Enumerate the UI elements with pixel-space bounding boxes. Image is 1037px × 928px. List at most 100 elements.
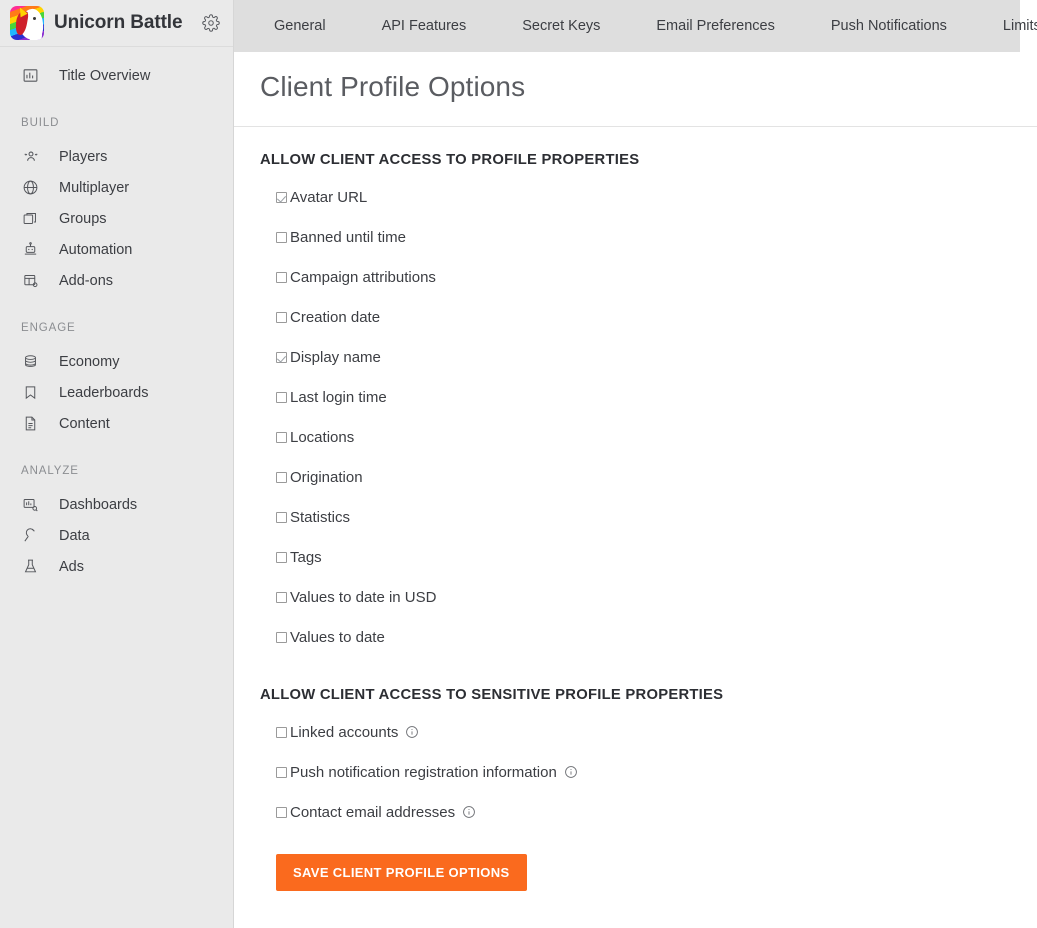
info-icon[interactable] <box>564 765 578 779</box>
option-label[interactable]: Locations <box>290 429 354 446</box>
page-title: Client Profile Options <box>260 71 526 102</box>
option-row-statistics[interactable]: Statistics <box>260 497 1011 537</box>
checkbox-statistics[interactable] <box>276 511 287 523</box>
option-row-display-name[interactable]: Display name <box>260 337 1011 377</box>
flask-icon <box>21 557 40 576</box>
sidebar-item-label: Title Overview <box>59 67 151 84</box>
option-label[interactable]: Statistics <box>290 509 350 526</box>
option-row-banned-until-time[interactable]: Banned until time <box>260 217 1011 257</box>
option-row-tags[interactable]: Tags <box>260 537 1011 577</box>
checkbox-display-name[interactable] <box>276 351 287 363</box>
checkbox-last-login-time[interactable] <box>276 391 287 403</box>
checkbox-values-to-date[interactable] <box>276 631 287 643</box>
sidebar-item-ads[interactable]: Ads <box>0 551 233 582</box>
brand-title: Unicorn Battle <box>54 12 183 33</box>
sidebar-item-data[interactable]: Data <box>0 520 233 551</box>
sidebar-section-engage: ENGAGE <box>21 322 76 334</box>
option-label[interactable]: Last login time <box>290 389 387 406</box>
option-label[interactable]: Linked accounts <box>290 724 398 741</box>
option-label[interactable]: Values to date <box>290 629 385 646</box>
dashboard-search-icon <box>21 495 40 514</box>
bar-chart-icon <box>21 66 40 85</box>
sidebar-item-label: Content <box>59 415 110 432</box>
tab-secret-keys[interactable]: Secret Keys <box>508 0 614 52</box>
checkbox-push-notification-registration-information[interactable] <box>276 766 287 778</box>
sidebar-item-players[interactable]: Players <box>0 141 233 172</box>
sidebar-item-label: Add-ons <box>59 272 114 289</box>
info-icon[interactable] <box>405 725 419 739</box>
tab-limits[interactable]: Limits <box>989 0 1037 52</box>
sidebar-item-label: Groups <box>59 210 107 227</box>
option-row-locations[interactable]: Locations <box>260 417 1011 457</box>
option-label[interactable]: Contact email addresses <box>290 804 455 821</box>
checkbox-tags[interactable] <box>276 551 287 563</box>
sidebar-section-analyze: ANALYZE <box>21 465 79 477</box>
option-label[interactable]: Creation date <box>290 309 380 326</box>
tab-email-preferences[interactable]: Email Preferences <box>642 0 788 52</box>
bookmark-icon <box>21 383 40 402</box>
sidebar-item-leaderboards[interactable]: Leaderboards <box>0 377 233 408</box>
sidebar-item-title-overview[interactable]: Title Overview <box>0 60 233 91</box>
sidebar-item-automation[interactable]: Automation <box>0 234 233 265</box>
option-row-linked-accounts[interactable]: Linked accounts <box>260 712 1011 752</box>
sidebar-item-multiplayer[interactable]: Multiplayer <box>0 172 233 203</box>
coins-stack-icon <box>21 352 40 371</box>
sidebar-item-label: Multiplayer <box>59 179 130 196</box>
checkbox-contact-email-addresses[interactable] <box>276 806 287 818</box>
sidebar-item-economy[interactable]: Economy <box>0 346 233 377</box>
sidebar-item-add-ons[interactable]: Add-ons <box>0 265 233 296</box>
option-label[interactable]: Avatar URL <box>290 189 367 206</box>
option-label[interactable]: Campaign attributions <box>290 269 436 286</box>
tab-bar: General API Features Secret Keys Email P… <box>234 0 1037 52</box>
unicorn-logo-icon <box>10 6 44 40</box>
app-window: Unicorn Battle Title Overview BUILD Play… <box>0 0 1037 928</box>
plug-icon <box>21 526 40 545</box>
sidebar-item-label: Ads <box>59 558 84 575</box>
sidebar-item-dashboards[interactable]: Dashboards <box>0 489 233 520</box>
sidebar-item-label: Dashboards <box>59 496 138 513</box>
option-label[interactable]: Push notification registration informati… <box>290 764 557 781</box>
main-content: General API Features Secret Keys Email P… <box>234 0 1037 928</box>
option-row-creation-date[interactable]: Creation date <box>260 297 1011 337</box>
checkbox-locations[interactable] <box>276 431 287 443</box>
checkbox-origination[interactable] <box>276 471 287 483</box>
option-label[interactable]: Banned until time <box>290 229 406 246</box>
option-row-last-login-time[interactable]: Last login time <box>260 377 1011 417</box>
sidebar-item-label: Economy <box>59 353 120 370</box>
option-label[interactable]: Origination <box>290 469 363 486</box>
option-row-values-to-date-in-usd[interactable]: Values to date in USD <box>260 577 1011 617</box>
tab-general[interactable]: General <box>260 0 340 52</box>
sidebar-item-label: Players <box>59 148 108 165</box>
globe-icon <box>21 178 40 197</box>
sidebar-item-groups[interactable]: Groups <box>0 203 233 234</box>
option-row-origination[interactable]: Origination <box>260 457 1011 497</box>
checkbox-values-to-date-in-usd[interactable] <box>276 591 287 603</box>
info-icon[interactable] <box>462 805 476 819</box>
addons-grid-icon <box>21 271 40 290</box>
gear-icon[interactable] <box>201 13 221 33</box>
option-row-campaign-attributions[interactable]: Campaign attributions <box>260 257 1011 297</box>
sidebar-item-label: Data <box>59 527 90 544</box>
section-heading-sensitive-properties: ALLOW CLIENT ACCESS TO SENSITIVE PROFILE… <box>260 687 724 703</box>
option-row-contact-email-addresses[interactable]: Contact email addresses <box>260 792 1011 832</box>
brand-header: Unicorn Battle <box>0 0 233 47</box>
tab-push-notifications[interactable]: Push Notifications <box>817 0 961 52</box>
checkbox-creation-date[interactable] <box>276 311 287 323</box>
tab-api-features[interactable]: API Features <box>368 0 481 52</box>
option-label[interactable]: Display name <box>290 349 381 366</box>
option-label[interactable]: Values to date in USD <box>290 589 436 606</box>
option-label[interactable]: Tags <box>290 549 322 566</box>
robot-icon <box>21 240 40 259</box>
players-icon <box>21 147 40 166</box>
page-header: Client Profile Options <box>234 52 1037 127</box>
save-client-profile-options-button[interactable]: SAVE CLIENT PROFILE OPTIONS <box>276 854 527 891</box>
sidebar: Unicorn Battle Title Overview BUILD Play… <box>0 0 234 928</box>
checkbox-campaign-attributions[interactable] <box>276 271 287 283</box>
checkbox-linked-accounts[interactable] <box>276 726 287 738</box>
checkbox-avatar-url[interactable] <box>276 191 287 203</box>
option-row-values-to-date[interactable]: Values to date <box>260 617 1011 657</box>
option-row-push-notification-registration-information[interactable]: Push notification registration informati… <box>260 752 1011 792</box>
option-row-avatar-url[interactable]: Avatar URL <box>260 177 1011 217</box>
sidebar-item-content[interactable]: Content <box>0 408 233 439</box>
checkbox-banned-until-time[interactable] <box>276 231 287 243</box>
